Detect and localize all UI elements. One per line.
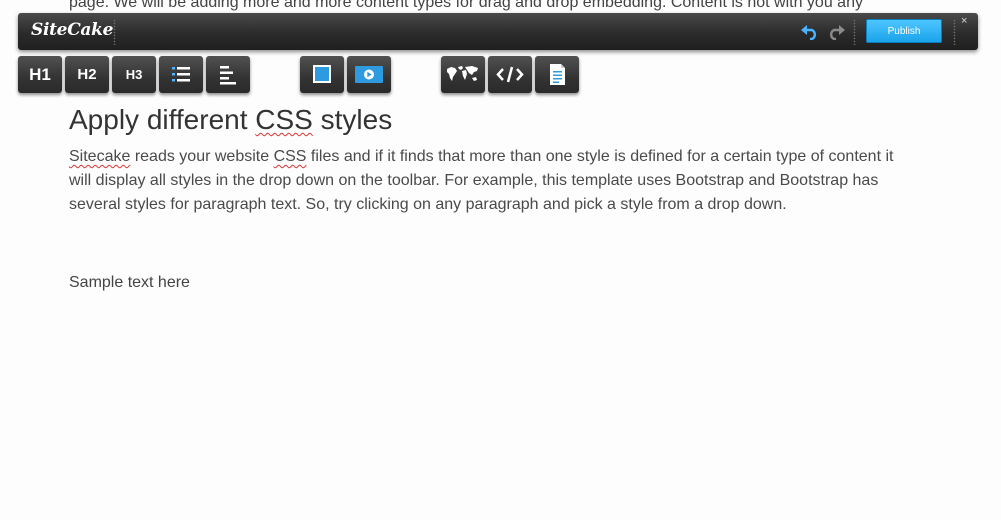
heading-text-end: styles: [312, 104, 393, 135]
html-tool-button[interactable]: [488, 56, 532, 93]
publish-button[interactable]: Publish: [866, 19, 942, 43]
text-align-icon: [220, 66, 236, 85]
redo-icon[interactable]: [827, 24, 845, 41]
heading-spellcheck-word: CSS: [255, 104, 313, 135]
toolbar-grip-right[interactable]: [953, 19, 956, 45]
h1-tool-button[interactable]: H1: [18, 56, 62, 93]
h2-tool-button[interactable]: H2: [65, 56, 109, 93]
image-icon: [313, 65, 331, 83]
code-icon: [496, 66, 524, 83]
toolbar-divider: [853, 19, 856, 45]
spellcheck-word-css: CSS: [273, 148, 307, 165]
video-tool-button[interactable]: [347, 56, 391, 93]
paragraph-text: reads your website: [130, 148, 274, 165]
list-tool-button[interactable]: [159, 56, 203, 93]
document-icon: [550, 64, 565, 85]
sample-text[interactable]: Sample text here: [69, 274, 190, 292]
page: page. We will be adding more and more co…: [0, 0, 1001, 520]
toolbar-grip-left[interactable]: [113, 19, 116, 45]
undo-icon[interactable]: [801, 24, 819, 41]
file-tool-button[interactable]: [535, 56, 579, 93]
editor-toolbar: SiteCake Publish ×: [18, 13, 978, 50]
list-icon: [172, 67, 190, 82]
partial-paragraph[interactable]: page. We will be adding more and more co…: [69, 0, 863, 12]
close-icon[interactable]: ×: [961, 15, 967, 27]
video-icon: [355, 66, 383, 83]
image-tool-button[interactable]: [300, 56, 344, 93]
world-map-icon: [447, 66, 478, 81]
spellcheck-word-sitecake: Sitecake: [69, 148, 131, 165]
sitecake-logo: SiteCake: [31, 20, 114, 40]
h3-tool-button[interactable]: H3: [112, 56, 156, 93]
heading-text: Apply different: [69, 104, 256, 135]
description-paragraph[interactable]: Sitecake reads your website CSS files an…: [69, 145, 909, 217]
map-tool-button[interactable]: [441, 56, 485, 93]
paragraph-tool-button[interactable]: [206, 56, 250, 93]
section-heading[interactable]: Apply different CSS styles: [69, 104, 392, 136]
